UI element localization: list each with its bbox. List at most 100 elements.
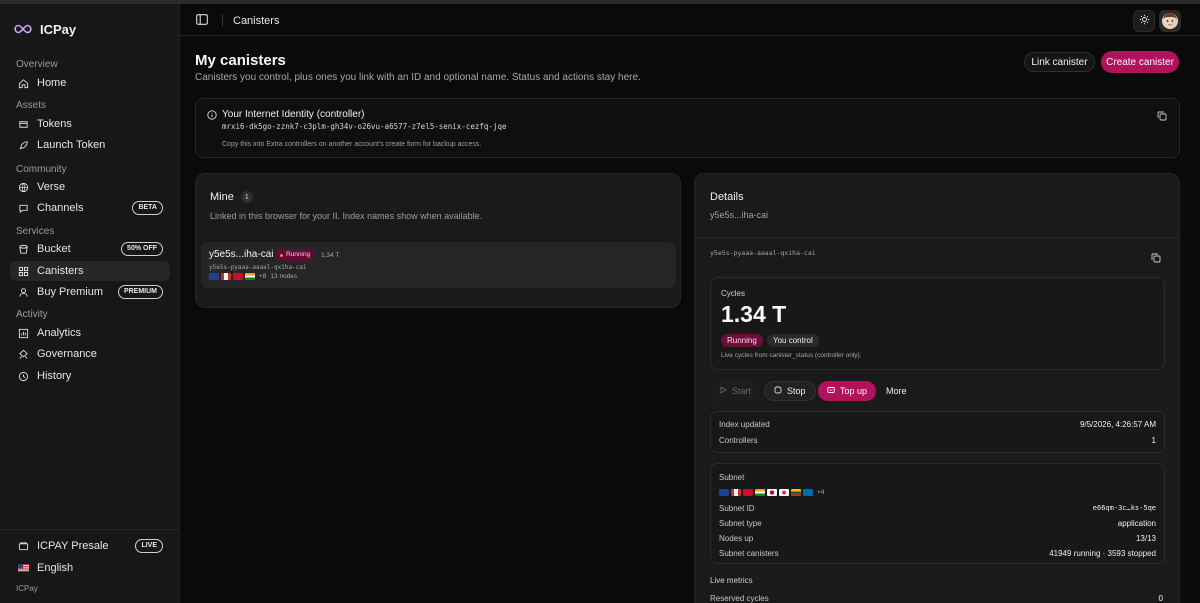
us-flag-icon bbox=[17, 562, 29, 574]
section-assets-label: Assets bbox=[16, 100, 47, 111]
hongkong-flag-icon bbox=[743, 489, 753, 496]
canister-name: y5e5s...iha-cai bbox=[209, 249, 274, 260]
sidebar-item-channels[interactable]: Channels BETA bbox=[10, 198, 170, 218]
status-dot-icon bbox=[280, 253, 283, 257]
top-up-button[interactable]: Top up bbox=[818, 381, 877, 401]
create-canister-button[interactable]: Create canister bbox=[1101, 51, 1179, 73]
korea-flag-icon bbox=[779, 489, 789, 496]
discount-badge: 50% OFF bbox=[121, 242, 163, 256]
canister-cycles: 1.34 T bbox=[321, 252, 340, 259]
sidebar-item-governance[interactable]: Governance bbox=[10, 344, 170, 364]
start-button[interactable]: Start bbox=[710, 381, 761, 401]
stop-button[interactable]: Stop bbox=[764, 381, 816, 401]
chat-icon bbox=[17, 202, 29, 214]
card-icon bbox=[827, 386, 835, 396]
sidebar-toggle-icon[interactable] bbox=[196, 14, 208, 28]
kv-value: 1 bbox=[1151, 436, 1156, 445]
lithuania-flag-icon bbox=[791, 489, 801, 496]
sidebar-item-bucket[interactable]: Bucket 50% OFF bbox=[10, 239, 170, 259]
kv-key: Reserved cycles bbox=[710, 594, 769, 603]
stop-label: Stop bbox=[787, 386, 806, 396]
details-title: Details bbox=[710, 191, 744, 203]
page-subtitle: Canisters you control, plus ones you lin… bbox=[195, 72, 641, 83]
sidebar-item-launch-token[interactable]: Launch Token bbox=[10, 135, 170, 155]
section-services-label: Services bbox=[16, 226, 55, 237]
avatar[interactable] bbox=[1159, 10, 1181, 32]
sidebar-item-canisters[interactable]: Canisters bbox=[10, 261, 170, 281]
kv-index-updated: Index updated 9/5/2026, 4:26:57 AM bbox=[719, 420, 1156, 429]
sidebar-item-buy-premium[interactable]: Buy Premium PREMIUM bbox=[10, 282, 170, 302]
identity-principal: mrxi6-dk5go-zznk7-c3plm-gh34v-o26vu-a657… bbox=[222, 122, 507, 131]
sidebar-item-verse[interactable]: Verse bbox=[10, 177, 170, 197]
section-overview-label: Overview bbox=[16, 59, 58, 70]
status-label: Running bbox=[286, 251, 311, 258]
canada-flag-icon bbox=[221, 273, 231, 280]
kv-subnet-type: Subnet type application bbox=[719, 519, 1156, 528]
theme-toggle-button[interactable] bbox=[1133, 10, 1155, 32]
premium-badge: PREMIUM bbox=[117, 285, 163, 299]
canister-list-item[interactable]: y5e5s...iha-cai Running 1.34 T y5e5s-pya… bbox=[201, 242, 676, 288]
india-flag-icon bbox=[755, 489, 765, 496]
globe-icon bbox=[17, 181, 29, 193]
sweden-flag-icon bbox=[803, 489, 813, 496]
sidebar-item-label: Buy Premium bbox=[37, 286, 104, 298]
sidebar-item-label: ICPAY Presale bbox=[37, 540, 109, 552]
kv-key: Subnet canisters bbox=[719, 549, 779, 558]
control-badge: You control bbox=[767, 334, 819, 347]
sidebar-item-label: Home bbox=[37, 77, 67, 89]
infinity-logo-icon bbox=[14, 23, 32, 37]
language-label: English bbox=[37, 562, 74, 574]
play-icon bbox=[719, 386, 727, 396]
mine-title-label: Mine bbox=[210, 191, 234, 203]
mine-count-badge: 1 bbox=[240, 191, 253, 203]
cycles-value: 1.34 T bbox=[721, 301, 787, 327]
copy-icon[interactable] bbox=[1157, 110, 1167, 121]
link-canister-button[interactable]: Link canister bbox=[1024, 52, 1095, 72]
kv-key: Controllers bbox=[719, 436, 758, 445]
kv-value: 9/5/2026, 4:26:57 AM bbox=[1079, 420, 1156, 429]
language-selector[interactable]: English bbox=[10, 558, 170, 578]
status-badge: Running bbox=[276, 249, 316, 261]
sidebar-item-label: Bucket bbox=[37, 243, 71, 255]
wallet-icon bbox=[17, 540, 29, 552]
canada-flag-icon bbox=[731, 489, 741, 496]
kv-nodes-up: Nodes up 13/13 bbox=[719, 534, 1156, 543]
kv-subnet-canisters: Subnet canisters 41949 running · 3593 st… bbox=[719, 549, 1156, 558]
brand[interactable]: ICPay bbox=[14, 22, 76, 37]
kv-key: Index updated bbox=[719, 420, 770, 429]
canister-id: y5e5s-pyaaa-aaaal-qxiha-cai bbox=[209, 264, 307, 271]
sidebar-item-label: Launch Token bbox=[37, 139, 106, 151]
subnet-label: Subnet bbox=[719, 473, 745, 482]
top-up-label: Top up bbox=[840, 386, 868, 396]
identity-title: Your Internet Identity (controller) bbox=[222, 109, 365, 120]
details-panel: Details y5e5s...iha-cai y5e5s-pyaaa-aaaa… bbox=[694, 173, 1180, 603]
details-subtitle: y5e5s...iha-cai bbox=[710, 210, 769, 220]
subnet-card: Subnet +4 Subnet ID e66qm-3c…ks-5qe Subn… bbox=[710, 463, 1165, 564]
index-info-card: Index updated 9/5/2026, 4:26:57 AM Contr… bbox=[710, 411, 1165, 453]
subnet-flags: +4 bbox=[719, 489, 824, 496]
kv-key: Subnet type bbox=[719, 519, 762, 528]
sidebar-item-analytics[interactable]: Analytics bbox=[10, 323, 170, 343]
mine-subtitle: Linked in this browser for your II. Inde… bbox=[210, 211, 483, 221]
sidebar-item-home[interactable]: Home bbox=[10, 73, 170, 93]
topbar-separator bbox=[222, 14, 223, 27]
copy-icon[interactable] bbox=[1151, 252, 1161, 263]
grid-icon bbox=[17, 265, 29, 277]
more-button[interactable]: More bbox=[877, 381, 916, 401]
page-title: My canisters bbox=[195, 52, 286, 69]
cycles-card: Cycles 1.34 T Running You control Live c… bbox=[710, 277, 1165, 370]
kv-value: 41949 running · 3593 stopped bbox=[1049, 549, 1156, 558]
sidebar-item-label: Analytics bbox=[37, 327, 82, 339]
sidebar-item-presale[interactable]: ICPAY Presale LIVE bbox=[10, 536, 170, 556]
more-flags-count: +4 bbox=[817, 489, 825, 496]
sidebar-item-tokens[interactable]: Tokens bbox=[10, 114, 170, 134]
sidebar-item-history[interactable]: History bbox=[10, 366, 170, 386]
tokens-icon bbox=[17, 118, 29, 130]
kv-subnet-id: Subnet ID e66qm-3c…ks-5qe bbox=[719, 504, 1156, 513]
kv-reserved-cycles: Reserved cycles 0 bbox=[710, 594, 1163, 603]
mine-panel: Mine 1 Linked in this browser for your I… bbox=[195, 173, 681, 308]
sidebar-item-label: Verse bbox=[37, 181, 66, 193]
kv-value: 0 bbox=[1158, 594, 1163, 603]
cycles-label: Cycles bbox=[721, 289, 746, 298]
sidebar-item-label: Canisters bbox=[37, 265, 84, 277]
